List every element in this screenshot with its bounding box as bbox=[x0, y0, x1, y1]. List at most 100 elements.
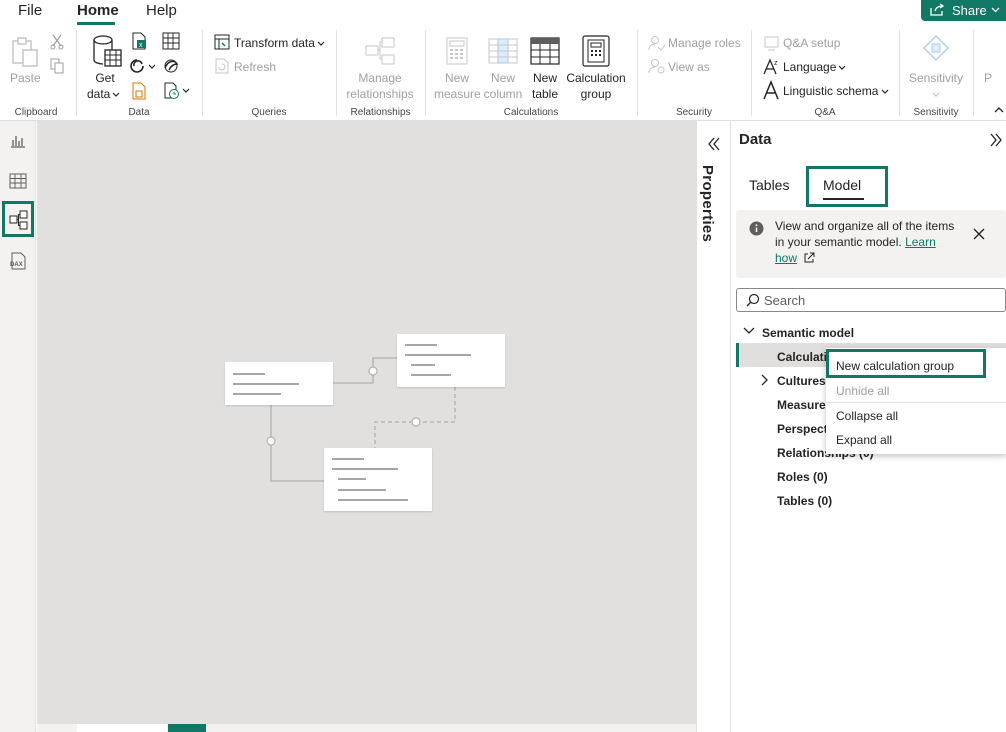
enter-data-icon[interactable] bbox=[162, 32, 180, 50]
recent-sources-icon[interactable] bbox=[131, 82, 147, 100]
ribbon-divider bbox=[973, 30, 974, 116]
expand-all-item[interactable]: Expand all bbox=[836, 433, 892, 447]
refresh-button[interactable]: Refresh bbox=[234, 59, 276, 75]
table-card[interactable] bbox=[225, 362, 333, 405]
unhide-all-item: Unhide all bbox=[836, 384, 890, 398]
sensitivity-group-label: Sensitivity bbox=[913, 107, 959, 118]
tree-roles[interactable]: Roles (0) bbox=[777, 470, 828, 484]
dax-query-view-button[interactable]: DAX bbox=[3, 246, 33, 276]
transform-data-button[interactable]: Transform data bbox=[234, 35, 315, 51]
new-column-icon bbox=[488, 38, 518, 64]
page-tabs-bar bbox=[37, 724, 696, 732]
ribbon-divider bbox=[425, 30, 426, 116]
data-pane-title: Data bbox=[739, 131, 772, 148]
close-icon[interactable] bbox=[973, 228, 985, 240]
model-view-button[interactable] bbox=[2, 201, 34, 237]
new-calculation-group-item[interactable]: New calculation group bbox=[836, 359, 954, 373]
new-measure-button[interactable]: New bbox=[434, 70, 480, 86]
publish-button[interactable]: P bbox=[984, 70, 992, 86]
manage-relationships-line2: relationships bbox=[346, 87, 414, 101]
ribbon-divider bbox=[899, 30, 900, 116]
tree-tables[interactable]: Tables (0) bbox=[777, 494, 832, 508]
search-input[interactable] bbox=[764, 291, 994, 309]
menu-bar: File Home Help Share bbox=[0, 0, 1006, 26]
copy-icon[interactable] bbox=[50, 58, 64, 74]
calculation-group-button[interactable]: Calculation bbox=[563, 70, 629, 86]
linguistic-schema-button[interactable]: Linguistic schema bbox=[783, 83, 878, 99]
manage-relationships-button[interactable]: Manage bbox=[340, 70, 420, 86]
view-switcher: DAX bbox=[0, 121, 36, 732]
view-as-button[interactable]: View as bbox=[668, 59, 710, 75]
chevron-down-icon bbox=[991, 7, 1000, 13]
sql-server-icon[interactable] bbox=[162, 58, 180, 74]
report-view-button[interactable] bbox=[3, 126, 33, 156]
info-text: View and organize all of the items in yo… bbox=[775, 219, 955, 265]
menu-file[interactable]: File bbox=[18, 2, 42, 19]
get-data-button[interactable]: Get bbox=[88, 70, 122, 86]
info-icon bbox=[749, 221, 764, 236]
table-placeholder-lines bbox=[405, 344, 471, 376]
new-table-icon bbox=[530, 37, 560, 65]
table-card[interactable] bbox=[324, 448, 432, 511]
learn-how-link-line2[interactable]: how bbox=[775, 251, 797, 265]
collapse-all-item[interactable]: Collapse all bbox=[836, 409, 898, 423]
ribbon-divider bbox=[751, 30, 752, 116]
dataverse-icon[interactable] bbox=[130, 58, 156, 74]
table-card[interactable] bbox=[397, 334, 505, 387]
tree-semantic-model[interactable]: Semantic model bbox=[762, 326, 854, 340]
chevron-down-icon[interactable] bbox=[743, 327, 755, 335]
new-table-button[interactable]: New bbox=[529, 70, 561, 86]
tab-model[interactable]: Model bbox=[823, 177, 861, 193]
info-banner: View and organize all of the items in yo… bbox=[736, 210, 1006, 278]
new-measure-line2: measure bbox=[434, 87, 481, 101]
excel-icon[interactable]: x bbox=[131, 32, 147, 50]
ribbon: Paste Clipboard Get data x Data Transfor… bbox=[0, 26, 1006, 121]
chevron-down-icon bbox=[932, 92, 940, 97]
clipboard-group-label: Clipboard bbox=[14, 107, 58, 118]
language-button[interactable]: Language bbox=[783, 59, 836, 75]
chevron-right-icon[interactable] bbox=[761, 374, 769, 386]
dataflows-icon[interactable] bbox=[163, 82, 191, 100]
model-canvas[interactable] bbox=[37, 121, 696, 724]
menu-home[interactable]: Home bbox=[77, 2, 119, 19]
new-column-line2: column bbox=[483, 87, 523, 101]
tab-tables[interactable]: Tables bbox=[749, 177, 789, 193]
language-icon: z bbox=[763, 58, 778, 75]
context-menu: New calculation group Unhide all Collaps… bbox=[826, 348, 1006, 454]
cut-icon[interactable] bbox=[50, 34, 64, 50]
properties-label[interactable]: Properties bbox=[699, 165, 716, 242]
expand-properties-icon[interactable] bbox=[707, 137, 721, 151]
collapse-ribbon-icon[interactable] bbox=[994, 106, 1004, 113]
layout-tab[interactable] bbox=[77, 724, 167, 732]
paste-icon bbox=[12, 37, 38, 67]
ribbon-divider bbox=[336, 30, 337, 116]
selection-indicator bbox=[736, 343, 739, 367]
manage-roles-button[interactable]: Manage roles bbox=[668, 35, 741, 51]
learn-how-link[interactable]: Learn bbox=[905, 235, 936, 249]
home-tab-indicator bbox=[77, 22, 115, 25]
qa-group-label: Q&A bbox=[814, 107, 836, 118]
qa-setup-button[interactable]: Q&A setup bbox=[783, 35, 840, 51]
search-box bbox=[736, 288, 1006, 312]
data-group-label: Data bbox=[128, 107, 150, 118]
calculation-group-line2: group bbox=[580, 87, 612, 101]
new-column-button[interactable]: New bbox=[481, 70, 525, 86]
relationships-group-label: Relationships bbox=[350, 107, 411, 118]
chevron-down-icon bbox=[112, 92, 120, 97]
table-view-button[interactable] bbox=[3, 166, 33, 196]
collapse-pane-icon[interactable] bbox=[989, 133, 1003, 147]
table-view-icon bbox=[9, 173, 27, 189]
chevron-down-icon bbox=[838, 65, 846, 70]
chevron-down-icon bbox=[317, 41, 325, 46]
new-table-line2: table bbox=[531, 87, 559, 101]
paste-button[interactable]: Paste bbox=[10, 70, 41, 86]
add-layout-tab[interactable] bbox=[168, 724, 206, 732]
share-button[interactable]: Share bbox=[921, 0, 1006, 21]
dax-query-icon: DAX bbox=[10, 252, 26, 270]
security-group-label: Security bbox=[675, 107, 713, 118]
sensitivity-button[interactable]: Sensitivity bbox=[904, 70, 968, 86]
menu-help[interactable]: Help bbox=[146, 2, 177, 19]
refresh-icon bbox=[215, 58, 229, 74]
svg-text:DAX: DAX bbox=[10, 262, 23, 268]
manage-relationships-icon bbox=[365, 37, 395, 65]
